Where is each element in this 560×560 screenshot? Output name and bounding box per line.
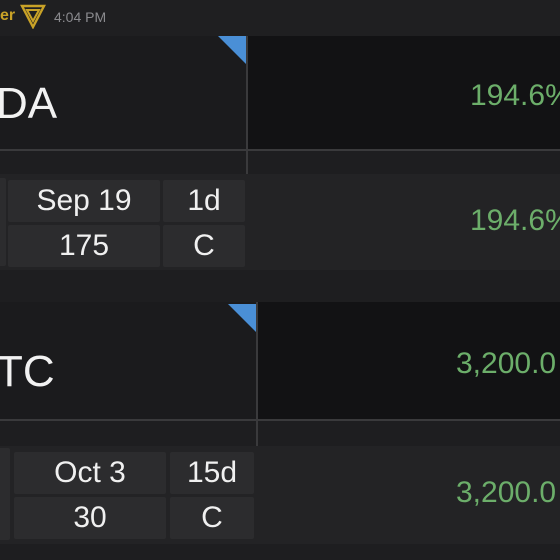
ticker-card: TC 3,200.0 Oct 3 30 15d C 3,200.0 bbox=[0, 302, 560, 544]
left-stub-box bbox=[0, 178, 6, 266]
strike-price: 175 bbox=[8, 225, 160, 267]
option-type: C bbox=[170, 497, 254, 539]
message-timestamp: 4:04 PM bbox=[54, 9, 107, 25]
strike-price: 30 bbox=[14, 497, 166, 539]
corner-flag-icon bbox=[218, 36, 246, 64]
left-stub-box bbox=[0, 448, 10, 540]
ticker-card: DA 194.6% Sep 19 175 1d C 194.6% bbox=[0, 36, 560, 270]
ticker-symbol: TC bbox=[0, 347, 55, 396]
price-value: 194.6% bbox=[470, 79, 560, 112]
days-to-expiry: 15d bbox=[170, 452, 254, 494]
verified-badge-icon bbox=[20, 4, 46, 29]
price-value: 3,200.0 bbox=[456, 347, 557, 380]
expiry-date: Oct 3 bbox=[14, 452, 166, 494]
option-type: C bbox=[163, 225, 245, 267]
expiry-date: Sep 19 bbox=[8, 180, 160, 222]
row-price-value: 3,200.0 bbox=[456, 476, 557, 509]
days-to-expiry: 1d bbox=[163, 180, 245, 222]
row-price-value: 194.6% bbox=[470, 204, 560, 237]
ticker-symbol: DA bbox=[0, 79, 58, 128]
author-name[interactable]: er bbox=[0, 7, 15, 25]
corner-flag-icon bbox=[228, 304, 256, 332]
message-header: er 4:04 PM bbox=[0, 0, 560, 36]
